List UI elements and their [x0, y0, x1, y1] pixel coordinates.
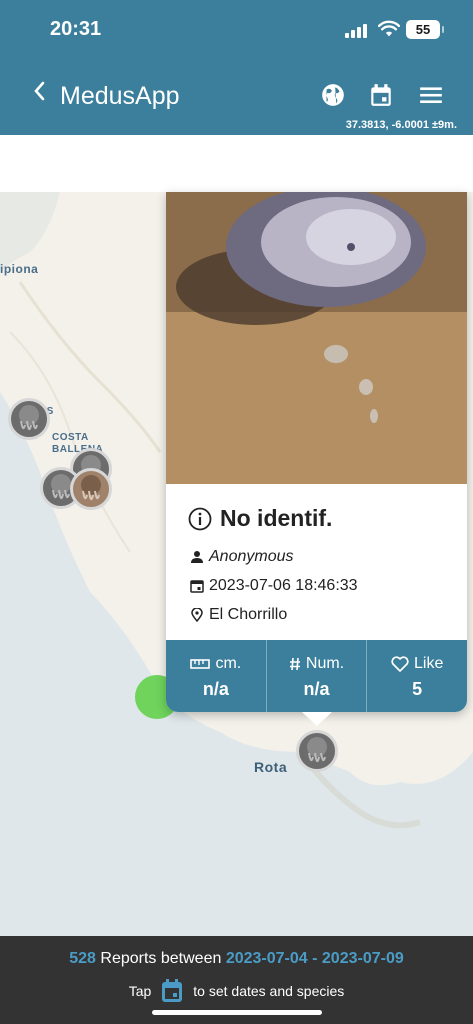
- popup-pointer: [302, 712, 332, 726]
- blank-strip: [0, 135, 473, 192]
- jellyfish-icon: [81, 475, 101, 501]
- chevron-left-icon: [34, 81, 45, 101]
- battery-icon: 55: [406, 20, 444, 39]
- like-button[interactable]: Like 5: [367, 640, 467, 712]
- status-bar: 20:31 55: [0, 0, 473, 60]
- report-count: 528: [69, 950, 96, 967]
- battery-level: 55: [415, 22, 431, 37]
- stat-number-value: n/a: [303, 679, 330, 699]
- date-range: 2023-07-04 - 2023-07-09: [225, 950, 404, 967]
- species-name: No identif.: [220, 505, 333, 531]
- map-label-rota: Rota: [254, 759, 288, 775]
- calendar-icon: [190, 580, 204, 593]
- tap-suffix-text: to set dates and species: [193, 983, 345, 999]
- tap-hint: Tap to set dates and species: [0, 978, 473, 1004]
- ruler-icon: [190, 659, 211, 669]
- calendar-icon[interactable]: [160, 978, 184, 1004]
- reports-between-text: Reports between: [100, 950, 222, 967]
- footer-bar[interactable]: 528 Reports between 2023-07-04 - 2023-07…: [0, 936, 473, 1024]
- user-icon: [191, 551, 203, 563]
- reporter-name: Anonymous: [209, 548, 294, 565]
- stat-size: cm. n/a: [166, 640, 267, 712]
- report-place: El Chorrillo: [209, 606, 288, 623]
- home-indicator: [152, 1010, 322, 1015]
- jellyfish-marker[interactable]: [70, 468, 112, 510]
- stat-like-value: 5: [412, 679, 423, 699]
- stat-like-label: Like: [414, 655, 444, 672]
- stats-bar: cm. n/a Num. n/a Like 5: [166, 640, 467, 712]
- heart-icon: [391, 656, 409, 672]
- reports-summary: 528 Reports between 2023-07-04 - 2023-07…: [0, 950, 473, 968]
- globe-icon[interactable]: [320, 82, 346, 108]
- cellular-signal-icon: [345, 24, 371, 38]
- report-popup[interactable]: No identif. Anonymous 2023-07-06 18:46:3…: [166, 192, 467, 712]
- status-time: 20:31: [50, 18, 102, 40]
- jellyfish-marker-selected[interactable]: [296, 730, 338, 772]
- hash-icon: [289, 657, 300, 671]
- back-button[interactable]: [32, 80, 52, 110]
- info-icon: [188, 507, 212, 530]
- jellyfish-icon: [19, 405, 39, 431]
- app-header: 20:31 55 MedusApp 37.3813, -6.0001 ±9m.: [0, 0, 473, 135]
- map-label-chipiona: ipiona: [0, 262, 39, 276]
- jellyfish-icon: [307, 737, 327, 763]
- jellyfish-photo: [166, 192, 467, 484]
- tap-text: Tap: [128, 983, 152, 999]
- report-photo[interactable]: [166, 192, 467, 484]
- stat-number: Num. n/a: [267, 640, 368, 712]
- calendar-icon[interactable]: [368, 82, 394, 108]
- menu-icon[interactable]: [418, 82, 444, 108]
- jellyfish-marker[interactable]: [8, 398, 50, 440]
- page-title: MedusApp: [60, 82, 180, 110]
- location-pin-icon: [191, 608, 203, 622]
- gps-coordinates: 37.3813, -6.0001 ±9m.: [345, 119, 457, 131]
- stat-size-value: n/a: [202, 679, 229, 699]
- stat-number-label: Num.: [305, 655, 345, 672]
- report-datetime: 2023-07-06 18:46:33: [209, 577, 358, 594]
- stat-size-label: cm.: [215, 655, 242, 672]
- wifi-icon: [378, 20, 400, 37]
